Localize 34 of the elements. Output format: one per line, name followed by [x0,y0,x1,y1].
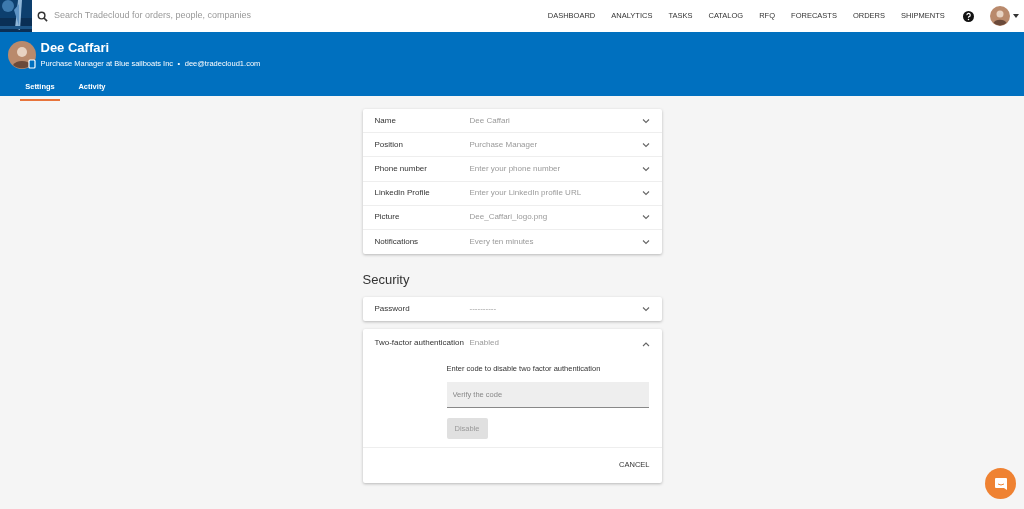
chat-button[interactable] [985,468,1016,499]
row-label: LinkedIn Profile [374,187,431,200]
chevron-down-icon[interactable] [641,141,650,148]
row-value: Purchase Manager [469,138,539,151]
row-value: Every ten minutes [469,236,535,249]
row-label: Phone number [374,162,428,175]
row-label: Picture [374,211,401,224]
chevron-down-icon[interactable] [641,190,650,197]
row-label: Password [374,302,411,315]
chevron-down-icon[interactable] [641,305,650,312]
chevron-down-icon[interactable] [641,214,650,221]
caret-icon[interactable] [1013,14,1019,18]
row-label: Position [374,138,404,151]
row-value: Enabled [469,336,500,349]
chevron-up-icon[interactable] [641,340,650,347]
chat-icon [993,476,1008,491]
search-icon [36,10,48,22]
search-field[interactable]: Search Tradecloud for orders, people, companies [52,8,352,24]
help-icon[interactable] [963,10,974,22]
section-title: Security [362,271,411,290]
chevron-down-icon[interactable] [641,239,650,246]
row-value: ---------- [469,302,498,315]
row-value: Enter your LinkedIn profile URL [469,187,583,200]
avatar-icon [8,40,36,69]
row-label: Name [374,114,397,127]
row-label: Two-factor authentication [374,336,465,349]
avatar-icon[interactable] [990,6,1010,26]
chevron-down-icon[interactable] [641,117,650,124]
row-value: Dee Caffari [469,114,511,127]
row-value: Enter your phone number [469,162,562,175]
user-name: Dee Caffari [40,40,111,56]
chevron-down-icon[interactable] [641,165,650,172]
row-value: Dee_Caffari_logo.png [469,211,549,224]
row-label: Notifications [374,236,420,249]
